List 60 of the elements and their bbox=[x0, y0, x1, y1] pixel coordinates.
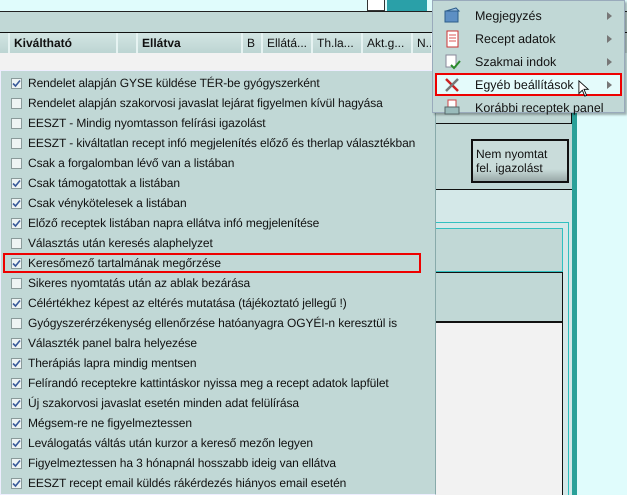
checkbox[interactable] bbox=[11, 438, 22, 448]
no-print-button[interactable]: Nem nyomtat fel. igazolást bbox=[471, 139, 569, 183]
column-header[interactable]: Akt.g... bbox=[363, 33, 413, 53]
checkbox[interactable] bbox=[11, 138, 22, 148]
checkbox[interactable] bbox=[11, 98, 22, 108]
checkbox[interactable] bbox=[11, 398, 22, 408]
option-label[interactable]: Leválogatás váltás után kurzor a kereső mezőn legyen bbox=[28, 436, 313, 450]
checkbox[interactable] bbox=[11, 338, 22, 348]
column-header[interactable]: Ellátva bbox=[138, 33, 243, 53]
notepad-icon bbox=[443, 6, 461, 24]
checkbox[interactable] bbox=[11, 478, 22, 488]
option-label[interactable]: Therápiás lapra mindig mentsen bbox=[28, 356, 196, 370]
menu-item[interactable]: Recept adatok bbox=[435, 27, 622, 50]
checkbox[interactable] bbox=[11, 278, 22, 288]
checkbox[interactable] bbox=[11, 458, 22, 468]
option-label[interactable]: EESZT recept email küldés rákérdezés hiányos email esetén bbox=[28, 476, 346, 490]
checkbox[interactable] bbox=[11, 198, 22, 208]
option-label[interactable]: Mégsem-re ne figyelmeztessen bbox=[28, 416, 192, 430]
option-label[interactable]: Célértékhez képest az eltérés mutatása (tájékoztató jellegű !) bbox=[28, 296, 347, 310]
checkbox[interactable] bbox=[11, 218, 22, 228]
column-header[interactable]: N.. bbox=[413, 33, 433, 53]
menu-item[interactable]: Egyéb beállítások bbox=[435, 73, 622, 96]
menu-item[interactable]: Szakmai indok bbox=[435, 50, 622, 73]
option-label[interactable]: Csak a forgalomban lévő van a listában bbox=[28, 156, 234, 170]
menu-item[interactable]: Megjegyzés bbox=[435, 4, 622, 27]
checkbox[interactable] bbox=[11, 358, 22, 368]
checkbox[interactable] bbox=[11, 318, 22, 328]
option-label[interactable]: Választás után keresés alaphelyzet bbox=[28, 236, 213, 250]
checkbox[interactable] bbox=[11, 418, 22, 428]
option-label[interactable]: EESZT - kiváltatlan recept infó megjelenítés előző és therlap választékban bbox=[28, 136, 416, 150]
toolbar-icon[interactable] bbox=[367, 0, 385, 11]
checkbox[interactable] bbox=[11, 238, 22, 248]
option-label[interactable]: Sikeres nyomtatás után az ablak bezárása bbox=[28, 276, 250, 290]
option-label[interactable]: Rendelet alapján szakorvosi javaslat lejárat figyelmen kívül hagyása bbox=[28, 96, 383, 110]
column-header[interactable]: Kiváltható bbox=[10, 33, 118, 53]
checkbox[interactable] bbox=[11, 158, 22, 168]
printer-icon bbox=[443, 98, 461, 116]
mouse-cursor-icon bbox=[578, 80, 590, 97]
option-label[interactable]: Rendelet alapján GYSE küldése TÉR-be gyógyszerként bbox=[28, 76, 320, 90]
column-header[interactable]: Th.la... bbox=[313, 33, 363, 53]
option-label[interactable]: Felírandó receptekre kattintáskor nyissa meg a recept adatok lapfület bbox=[28, 376, 389, 390]
option-label[interactable]: Új szakorvosi javaslat esetén minden adat felülírása bbox=[28, 396, 299, 410]
option-label[interactable]: Csak vénykötelesek a listában bbox=[28, 196, 187, 210]
option-label[interactable]: Választék panel balra helyezése bbox=[28, 336, 198, 350]
checklist-icon bbox=[443, 52, 461, 70]
checkbox[interactable] bbox=[11, 378, 22, 388]
checkbox[interactable] bbox=[11, 258, 22, 268]
checkbox[interactable] bbox=[11, 178, 22, 188]
column-header[interactable]: Ellátá... bbox=[263, 33, 313, 53]
option-label[interactable]: Figyelmeztessen ha 3 hónapnál hosszabb ideig van ellátva bbox=[28, 456, 336, 470]
option-label[interactable]: EESZT - Mindig nyomtasson felírási igazolást bbox=[28, 116, 266, 130]
option-label[interactable]: Csak támogatottak a listában bbox=[28, 176, 180, 190]
checkbox[interactable] bbox=[11, 298, 22, 308]
checkbox[interactable] bbox=[11, 118, 22, 128]
menu-item[interactable]: Korábbi receptek panel bbox=[435, 96, 622, 119]
checkbox[interactable] bbox=[11, 78, 22, 88]
column-header[interactable]: B bbox=[243, 33, 263, 53]
tools-icon bbox=[443, 76, 461, 94]
option-label[interactable]: Előző receptek listában napra ellátva infó megjelenítése bbox=[28, 216, 320, 230]
option-label[interactable]: Gyógyszerérzékenység ellenőrzése hatóanyagra OGYÉI-n keresztül is bbox=[28, 316, 398, 330]
